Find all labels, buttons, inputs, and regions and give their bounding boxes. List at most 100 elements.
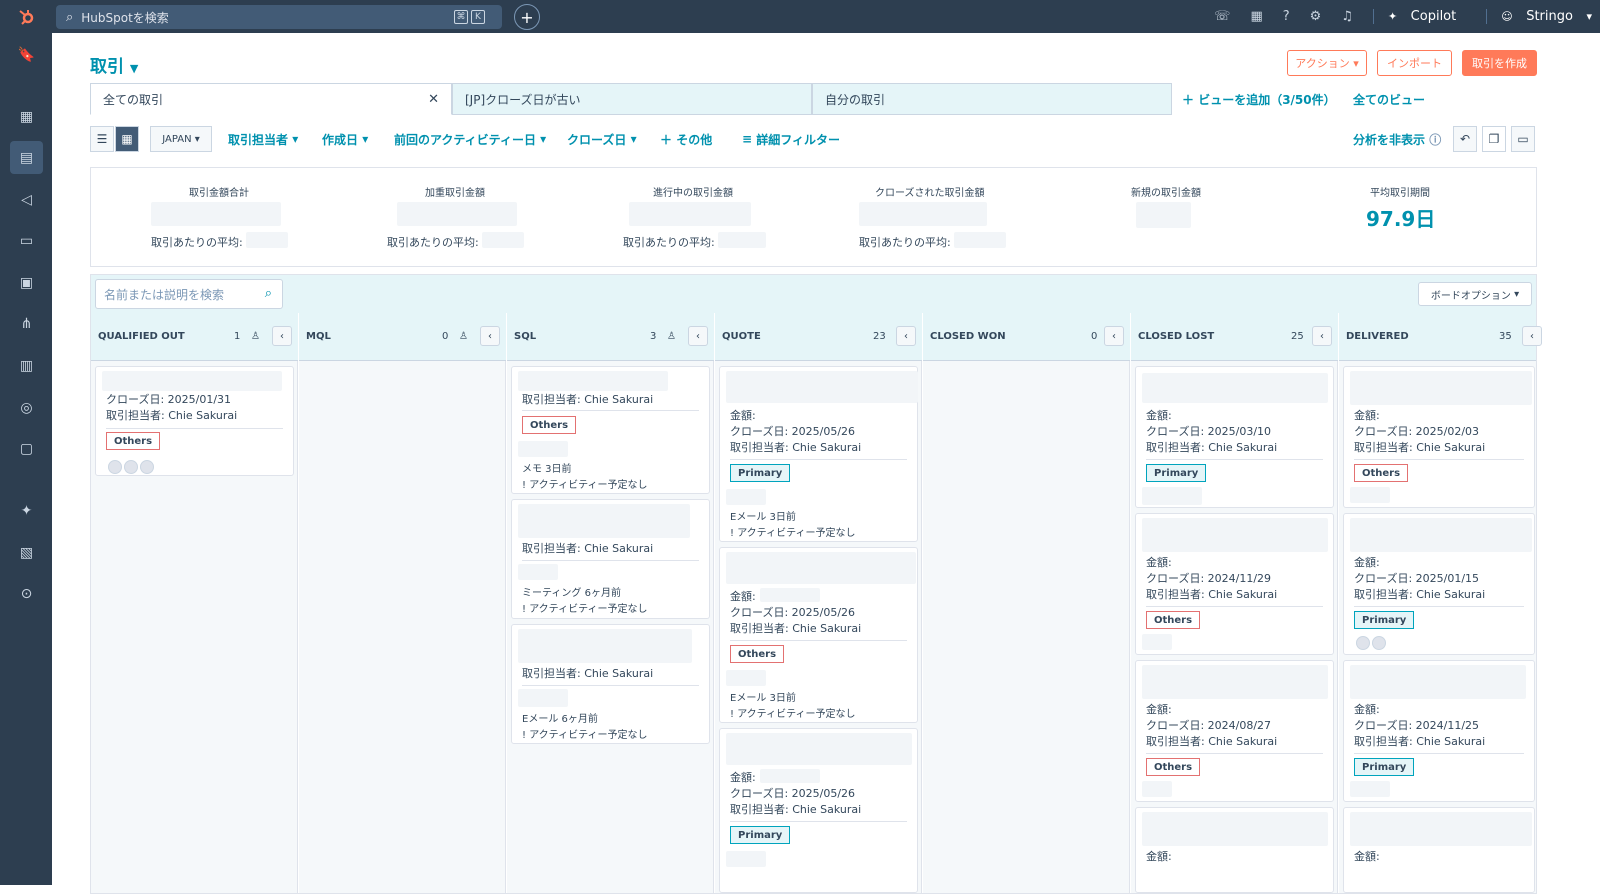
content-icon[interactable]: ▭: [10, 224, 43, 257]
redacted-value: [518, 689, 568, 707]
main-content: 取引 ▼ アクション ▾ インポート 取引を作成 全ての取引 ✕ [JP]クローズ…: [52, 33, 1600, 894]
summary-panel: 取引金額合計 取引あたりの平均: 加重取引金額 取引あたりの平均: 進行中の取引…: [90, 167, 1537, 267]
collapse-column-button[interactable]: ‹: [1104, 326, 1124, 346]
collapse-column-button[interactable]: ‹: [480, 326, 500, 346]
column-name: DELIVERED: [1346, 331, 1409, 342]
close-icon[interactable]: ✕: [428, 92, 439, 107]
column-count: 0: [442, 331, 449, 342]
create-deal-button[interactable]: 取引を作成: [1462, 50, 1537, 76]
redacted-deal-name: [518, 629, 692, 663]
deal-card[interactable]: 取引担当者: Chie Sakurai ミーティング 6ヶ月前 ! アクティビテ…: [511, 499, 710, 619]
created-date-filter[interactable]: 作成日 ▾: [322, 126, 368, 152]
development-icon[interactable]: ▧: [10, 536, 43, 569]
phone-icon[interactable]: ☏: [1214, 9, 1230, 24]
commerce-icon[interactable]: ▣: [10, 266, 43, 299]
add-view-button[interactable]: ＋ ビューを追加（3/50件）: [1182, 91, 1336, 108]
global-search-placeholder: HubSpotを検索: [81, 10, 169, 25]
last-activity-filter[interactable]: 前回のアクティビティー日 ▾: [394, 126, 546, 152]
deal-card[interactable]: 金額: クローズ日: 2025/05/26 取引担当者: Chie Sakura…: [719, 728, 918, 893]
crm-contacts-icon[interactable]: ▤: [10, 141, 43, 174]
deal-card[interactable]: 取引担当者: Chie Sakurai Eメール 6ヶ月前 ! アクティビティー…: [511, 624, 710, 744]
column-header: QUOTE 23 ‹: [715, 313, 922, 361]
undo-icon[interactable]: ↶: [1453, 126, 1477, 152]
divider: [1146, 459, 1323, 460]
hide-analysis-button[interactable]: 分析を非表示 ⓘ: [1353, 126, 1441, 152]
hubspot-logo-icon[interactable]: [0, 0, 52, 33]
page-title[interactable]: 取引 ▼: [90, 52, 138, 77]
deal-owner: 取引担当者: Chie Sakurai: [1146, 588, 1278, 601]
deal-card[interactable]: 金額: クローズ日: 2025/05/26 取引担当者: Chie Sakura…: [719, 547, 918, 723]
marketplace-icon[interactable]: ▦: [1250, 9, 1262, 24]
breeze-ai-icon[interactable]: ✦: [10, 494, 43, 527]
column-count: 1: [234, 331, 241, 342]
deal-card[interactable]: 取引担当者: Chie Sakurai Others メモ 3日前 ! アクティ…: [511, 366, 710, 494]
bookmarks-icon[interactable]: 🔖: [10, 38, 43, 71]
deal-card[interactable]: クローズ日: 2025/01/31 取引担当者: Chie Sakurai Ot…: [95, 366, 294, 476]
settings-gear-icon[interactable]: ⚙: [1310, 9, 1322, 24]
all-views-link[interactable]: 全てのビュー: [1353, 91, 1425, 108]
library-folder-icon[interactable]: ▢: [10, 432, 43, 465]
redacted-deal-name: [1142, 665, 1328, 699]
board-options-button[interactable]: ボードオプション ▾: [1418, 282, 1532, 306]
top-right-icons: ☏ ▦ ? ⚙ ♫ ✦ Copilot ☺ Stringo ▾: [1204, 0, 1600, 33]
view-tabs: 全ての取引 ✕ [JP]クローズ日が古い 自分の取引: [90, 83, 1172, 115]
deal-card[interactable]: 金額: クローズ日: 2025/03/10 取引担当者: Chie Sakura…: [1135, 366, 1334, 508]
actions-label: アクション: [1295, 57, 1350, 70]
redacted-value: [1142, 487, 1202, 505]
tab-jp-close-date-old[interactable]: [JP]クローズ日が古い: [452, 83, 812, 115]
deal-card[interactable]: 金額: クローズ日: 2024/11/29 取引担当者: Chie Sakura…: [1135, 513, 1334, 655]
deal-card[interactable]: 金額: クローズ日: 2024/08/27 取引担当者: Chie Sakura…: [1135, 660, 1334, 802]
column-sql: SQL 3 ♙ ‹ 取引担当者: Chie Sakurai Others メモ …: [507, 313, 714, 893]
board-search-input[interactable]: 名前または説明を検索 ⌕: [95, 279, 283, 309]
workspaces-icon[interactable]: ▦: [10, 100, 43, 133]
close-date: クローズ日: 2025/05/26: [730, 425, 856, 438]
divider: [106, 428, 283, 429]
actions-button[interactable]: アクション ▾: [1287, 50, 1367, 76]
no-activity-text: アクティビティー予定なし: [529, 604, 648, 615]
board-view-icon[interactable]: ▦: [115, 126, 139, 152]
reporting-chart-icon[interactable]: ▥: [10, 349, 43, 382]
marketing-megaphone-icon[interactable]: ◁: [10, 183, 43, 216]
close-date-filter[interactable]: クローズ日 ▾: [567, 126, 637, 152]
tab-all-deals[interactable]: 全ての取引 ✕: [90, 83, 452, 115]
no-activity-text: アクティビティー予定なし: [737, 528, 856, 539]
collapse-column-button[interactable]: ‹: [688, 326, 708, 346]
collapse-column-button[interactable]: ‹: [1522, 326, 1542, 346]
pipeline-select[interactable]: JAPAN ▾: [150, 126, 212, 152]
collapse-column-button[interactable]: ‹: [1312, 326, 1332, 346]
search-icon: ⌕: [66, 9, 74, 25]
last-activity: Eメール 3日前: [730, 512, 796, 523]
notifications-bell-icon[interactable]: ♫: [1341, 9, 1353, 24]
advanced-filters-button[interactable]: ≡ 詳細フィルター: [742, 126, 840, 152]
deal-card[interactable]: 金額: クローズ日: 2025/05/26 取引担当者: Chie Sakura…: [719, 366, 918, 542]
deal-owner: 取引担当者: Chie Sakurai: [522, 667, 654, 680]
collapse-column-button[interactable]: ‹: [272, 326, 292, 346]
close-date-label: クローズ日: [567, 132, 627, 147]
owner-filter-label: 取引担当者: [228, 132, 289, 147]
deal-card[interactable]: 金額:: [1343, 807, 1535, 893]
deal-card[interactable]: 金額: クローズ日: 2024/11/25 取引担当者: Chie Sakura…: [1343, 660, 1535, 802]
copilot-button[interactable]: ✦ Copilot: [1372, 9, 1466, 24]
owner-filter[interactable]: 取引担当者 ▾: [228, 126, 298, 152]
account-menu[interactable]: ☺ Stringo ▾: [1486, 9, 1592, 24]
deal-card[interactable]: 金額: クローズ日: 2025/01/15 取引担当者: Chie Sakura…: [1343, 513, 1535, 655]
data-management-icon[interactable]: ◎: [10, 391, 43, 424]
divider: [1354, 459, 1524, 460]
app-marketplace-icon[interactable]: ⊙: [10, 577, 43, 610]
tab-my-deals[interactable]: 自分の取引: [812, 83, 1172, 115]
more-filters-button[interactable]: ＋ その他: [660, 126, 712, 152]
deal-card[interactable]: 金額:: [1135, 807, 1334, 893]
automation-icon[interactable]: ⋔: [10, 307, 43, 340]
help-icon[interactable]: ?: [1283, 9, 1290, 24]
deal-card[interactable]: 金額: クローズ日: 2025/02/03 取引担当者: Chie Sakura…: [1343, 366, 1535, 508]
list-view-icon[interactable]: ☰: [90, 126, 114, 152]
column-name: CLOSED LOST: [1138, 331, 1215, 342]
global-search-input[interactable]: ⌕ HubSpotを検索 ⌘ K: [56, 5, 502, 29]
import-button[interactable]: インポート: [1377, 50, 1452, 76]
summary-avg-period-label: 平均取引期間: [1370, 188, 1430, 199]
copy-icon[interactable]: ❐: [1482, 126, 1506, 152]
save-icon[interactable]: ▭: [1511, 126, 1535, 152]
quick-create-button[interactable]: +: [514, 4, 540, 30]
redacted-value: [954, 232, 1006, 248]
collapse-column-button[interactable]: ‹: [896, 326, 916, 346]
